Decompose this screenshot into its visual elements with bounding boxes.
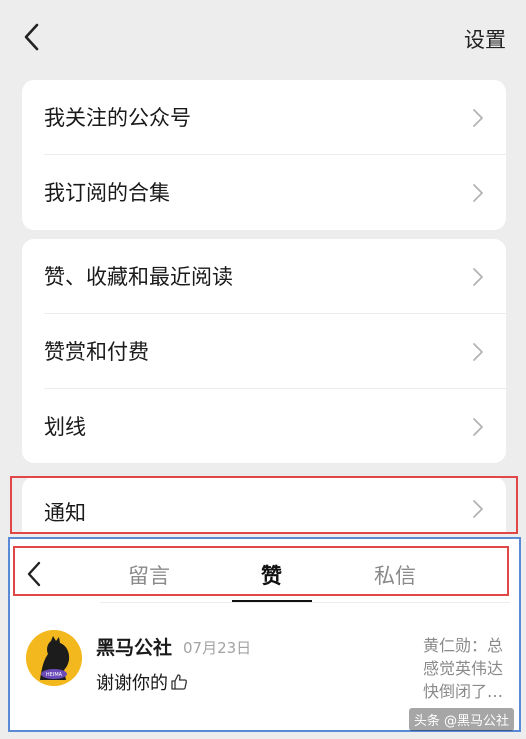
chevron-right-icon (473, 109, 483, 127)
chevron-left-icon (27, 561, 41, 587)
tab-likes[interactable]: 赞 (261, 560, 282, 590)
menu-item-tips-and-payments[interactable]: 赞赏和付费 (22, 314, 506, 389)
svg-text:HEIMA: HEIMA (46, 672, 63, 678)
top-bar: 设置 (0, 0, 526, 74)
message-date: 07月23日 (183, 639, 252, 657)
chevron-right-icon (473, 500, 483, 518)
menu-item-label: 赞赏和付费 (44, 340, 149, 364)
menu-item-label: 赞、收藏和最近阅读 (44, 265, 233, 289)
menu-item-notifications[interactable]: 通知 (22, 477, 506, 534)
menu-item-label: 我关注的公众号 (44, 106, 191, 130)
menu-item-label: 我订阅的合集 (44, 181, 170, 205)
chevron-right-icon (473, 184, 483, 202)
sender-name[interactable]: 黑马公社 (96, 633, 172, 660)
watermark: 头条 @黑马公社 (408, 708, 514, 731)
menu-item-subscribed-collections[interactable]: 我订阅的合集 (22, 155, 506, 230)
chevron-right-icon (473, 418, 483, 436)
menu-card-2: 赞、收藏和最近阅读 赞赏和付费 划线 (22, 239, 506, 463)
menu-card-1: 我关注的公众号 我订阅的合集 (22, 80, 506, 230)
menu-item-label: 通知 (44, 501, 86, 525)
divider (100, 602, 510, 603)
chevron-right-icon (473, 343, 483, 361)
quoted-article-preview[interactable]: 黄仁勋：总 感觉英伟达 快倒闭了… (423, 634, 507, 703)
back-button[interactable] (20, 22, 48, 54)
horse-logo-icon: HEIMA (26, 630, 82, 686)
quote-line: 黄仁勋：总 (423, 636, 504, 655)
menu-item-likes-favorites-recent[interactable]: 赞、收藏和最近阅读 (22, 239, 506, 314)
chevron-left-icon (24, 23, 39, 51)
message-text: 谢谢你的 (96, 673, 168, 694)
avatar[interactable]: HEIMA (26, 630, 82, 686)
tab-messages[interactable]: 私信 (374, 560, 416, 590)
menu-item-label: 划线 (44, 415, 86, 439)
message-text-line: 谢谢你的 (96, 669, 188, 695)
settings-button[interactable]: 设置 (464, 24, 506, 54)
quote-line: 快倒闭了… (423, 682, 504, 701)
tab-comments[interactable]: 留言 (128, 560, 170, 590)
menu-item-underlines[interactable]: 划线 (22, 389, 506, 464)
thumbs-up-icon (171, 674, 187, 690)
tab-back-button[interactable] (24, 560, 44, 592)
chevron-right-icon (473, 268, 483, 286)
quote-line: 感觉英伟达 (423, 659, 504, 678)
notification-tab-bar: 留言 赞 私信 (8, 543, 521, 607)
menu-item-followed-accounts[interactable]: 我关注的公众号 (22, 80, 506, 155)
